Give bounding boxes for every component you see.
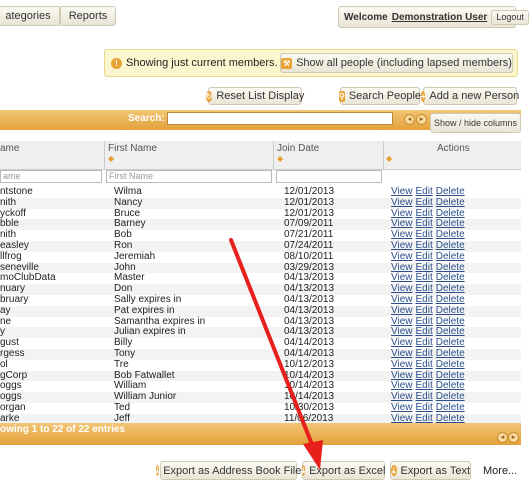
arrow-head (303, 440, 323, 470)
arrow-shaft (229, 238, 315, 449)
annotation-arrow (229, 238, 323, 470)
